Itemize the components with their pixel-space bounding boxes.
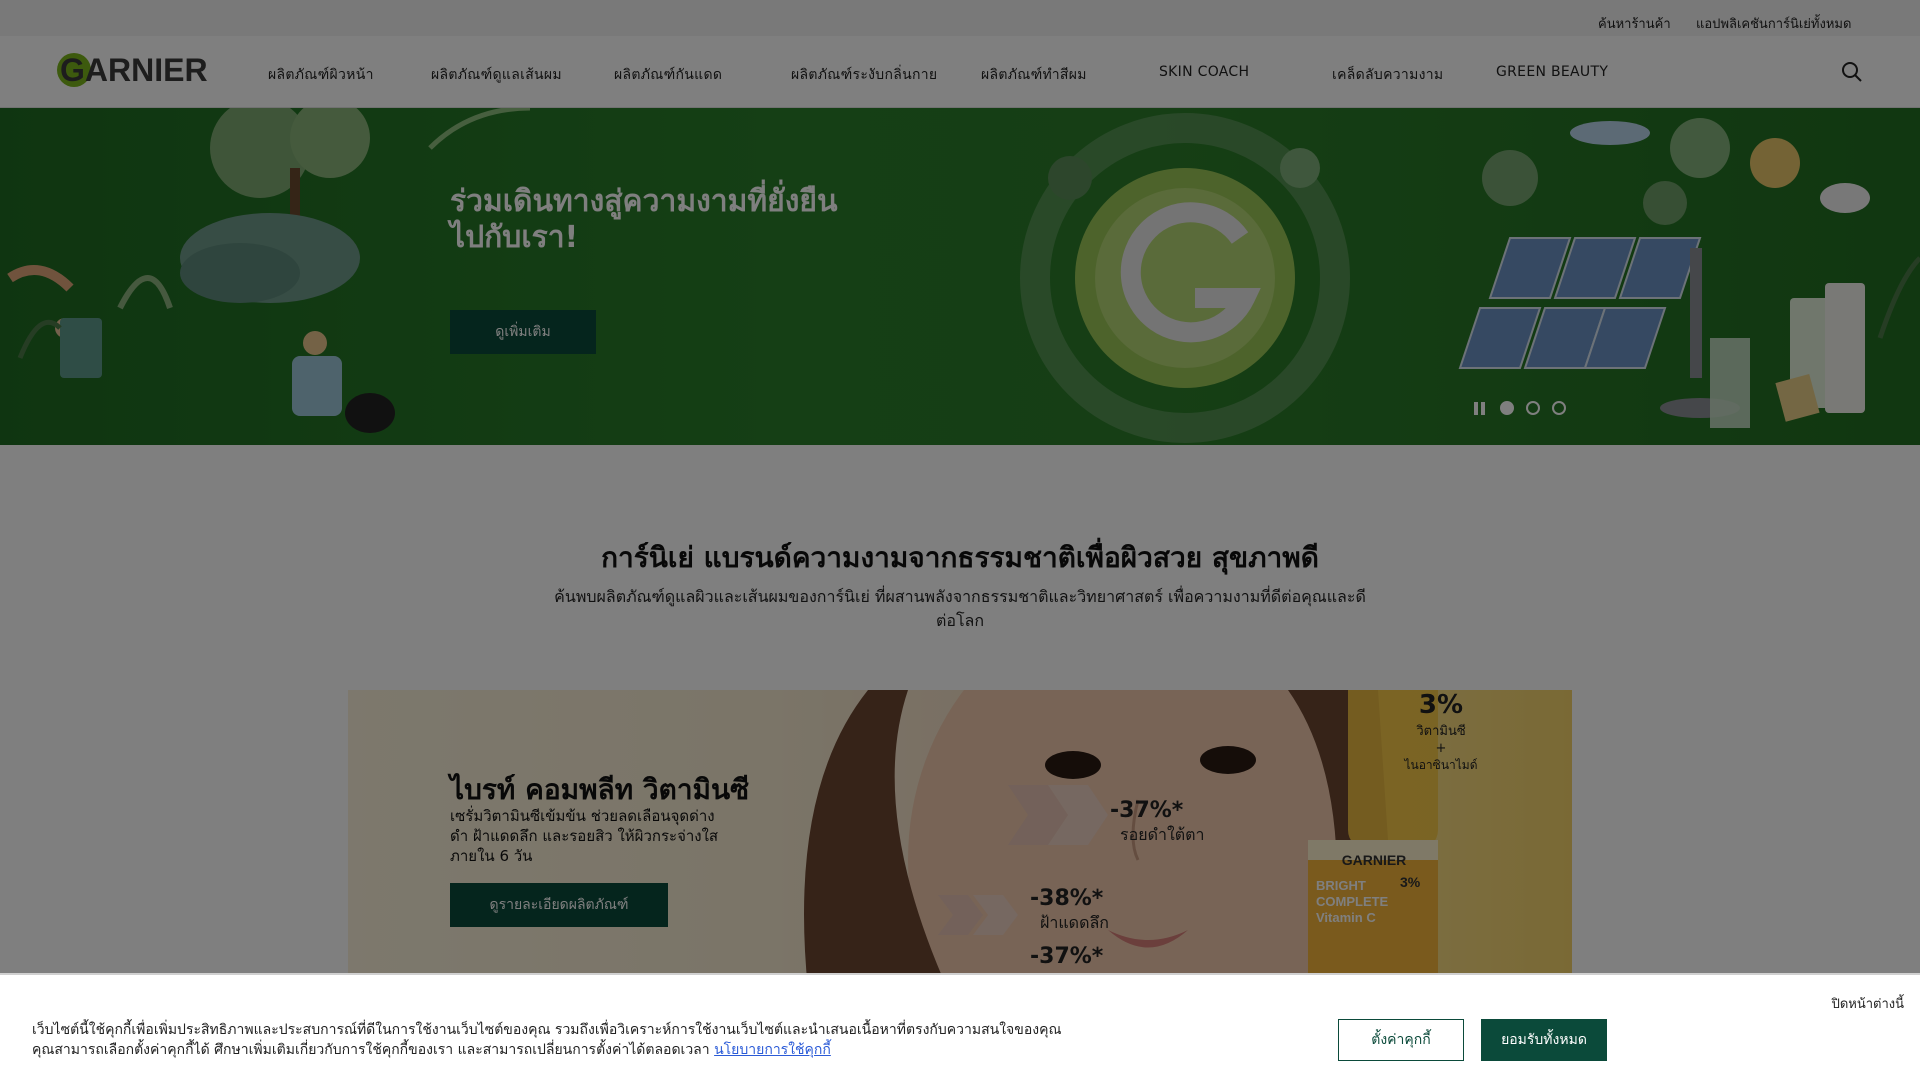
carousel-controls	[1474, 400, 1584, 416]
stat-label: รอยดำใต้ตา	[1120, 825, 1205, 844]
stat-dark-circles: -37%* รอยดำใต้ตา	[1110, 798, 1205, 848]
badge-label-1: วิตามินซี	[1416, 724, 1466, 739]
utility-bar: ค้นหาร้านค้า แอปพลิเคชันการ์นิเย่ทั้งหมด	[0, 0, 1920, 36]
nav-item-beauty-tips[interactable]: เคล็ดลับความงาม	[1332, 64, 1443, 86]
product-box: GARNIER BRIGHT COMPLETE Vitamin C 3%	[1316, 852, 1432, 926]
stat-value: -37%*	[1110, 798, 1184, 823]
promo-text: เซรั่มวิตามินซีเข้มข้น ช่วยลดเลือนจุดด่า…	[450, 807, 719, 865]
nav-item-sun[interactable]: ผลิตภัณฑ์กันแดด	[614, 64, 722, 86]
cookie-settings-button[interactable]: ตั้งค่าคุกกี้	[1338, 1019, 1464, 1061]
hero-banner: ร่วมเดินทางสู่ความงามที่ยั่งยืนไปกับเรา!…	[0, 108, 1920, 445]
badge-label-2: ไนอาซินาไมด์	[1404, 758, 1478, 772]
garnier-logo[interactable]: GARNIER	[56, 50, 210, 90]
cookie-banner: ปิดหน้าต่างนี้ เว็บไซต์นี้ใช้คุกกี้เพื่อ…	[0, 973, 1920, 1080]
main-header: GARNIER ผลิตภัณฑ์ผิวหน้า ผลิตภัณฑ์ดูแลเส…	[0, 36, 1920, 108]
badge-percent: 3%	[1418, 690, 1464, 720]
hero-title: ร่วมเดินทางสู่ความงามที่ยั่งยืนไปกับเรา!	[450, 184, 838, 255]
cookie-text-body: เว็บไซต์นี้ใช้คุกกี้เพื่อเพิ่มประสิทธิภา…	[32, 1022, 1062, 1058]
product-brand: GARNIER	[1341, 852, 1407, 868]
nav-item-hair[interactable]: ผลิตภัณฑ์ดูแลเส้นผม	[431, 64, 562, 86]
hero-learn-more-button[interactable]: ดูเพิ่มเติม	[450, 310, 596, 354]
stat-melasma: -38%* ฝ้าแดดลึก	[1030, 886, 1109, 936]
nav-item-skin-coach[interactable]: SKIN COACH	[1159, 64, 1249, 80]
search-icon[interactable]	[1840, 60, 1864, 84]
cookie-accept-button[interactable]: ยอมรับทั้งหมด	[1481, 1019, 1607, 1061]
badge-vitamin-c: 3% วิตามินซี + ไนอาซินาไมด์	[1401, 690, 1481, 775]
carousel-dot-3[interactable]	[1552, 401, 1566, 415]
cookie-text: เว็บไซต์นี้ใช้คุกกี้เพื่อเพิ่มประสิทธิภา…	[32, 1020, 1062, 1060]
hero-illustration	[7, 108, 1920, 443]
product-percent: 3%	[1400, 874, 1421, 890]
badge-plus: +	[1435, 741, 1447, 756]
stat-label: ฝ้าแดดลึก	[1040, 913, 1109, 932]
pause-icon[interactable]	[1474, 402, 1486, 415]
cookie-close-button[interactable]: ปิดหน้าต่างนี้	[1832, 993, 1904, 1014]
carousel-dot-1[interactable]	[1500, 401, 1514, 415]
store-locator-link[interactable]: ค้นหาร้านค้า	[1598, 13, 1671, 34]
promo-details-button[interactable]: ดูรายละเอียดผลิตภัณฑ์	[450, 883, 668, 927]
stat-value: -37%*	[1030, 944, 1104, 969]
nav-item-green-beauty[interactable]: GREEN BEAUTY	[1496, 64, 1608, 80]
logo-text: GARNIER	[60, 52, 208, 88]
cookie-policy-link[interactable]: นโยบายการใช้คุกกี้	[714, 1042, 831, 1058]
carousel-dot-2[interactable]	[1526, 401, 1540, 415]
intro-text: ค้นพบผลิตภัณฑ์ดูแลผิวและเส้นผมของการ์นิเ…	[554, 587, 1366, 630]
nav-item-face[interactable]: ผลิตภัณฑ์ผิวหน้า	[268, 64, 374, 86]
nav-item-deo[interactable]: ผลิตภัณฑ์ระงับกลิ่นกาย	[791, 64, 937, 86]
stat-value: -38%*	[1030, 886, 1104, 911]
stat-third: -37%*	[1030, 944, 1103, 969]
all-apps-link[interactable]: แอปพลิเคชันการ์นิเย่ทั้งหมด	[1696, 13, 1851, 34]
nav-item-color[interactable]: ผลิตภัณฑ์ทำสีผม	[981, 64, 1087, 86]
intro-title: การ์นิเย่ แบรนด์ความงามจากธรรมชาติเพื่อผ…	[601, 541, 1319, 574]
promo-banner: 3% วิตามินซี + ไนอาซินาไมด์ -37%* รอยดำใ…	[348, 690, 1572, 990]
